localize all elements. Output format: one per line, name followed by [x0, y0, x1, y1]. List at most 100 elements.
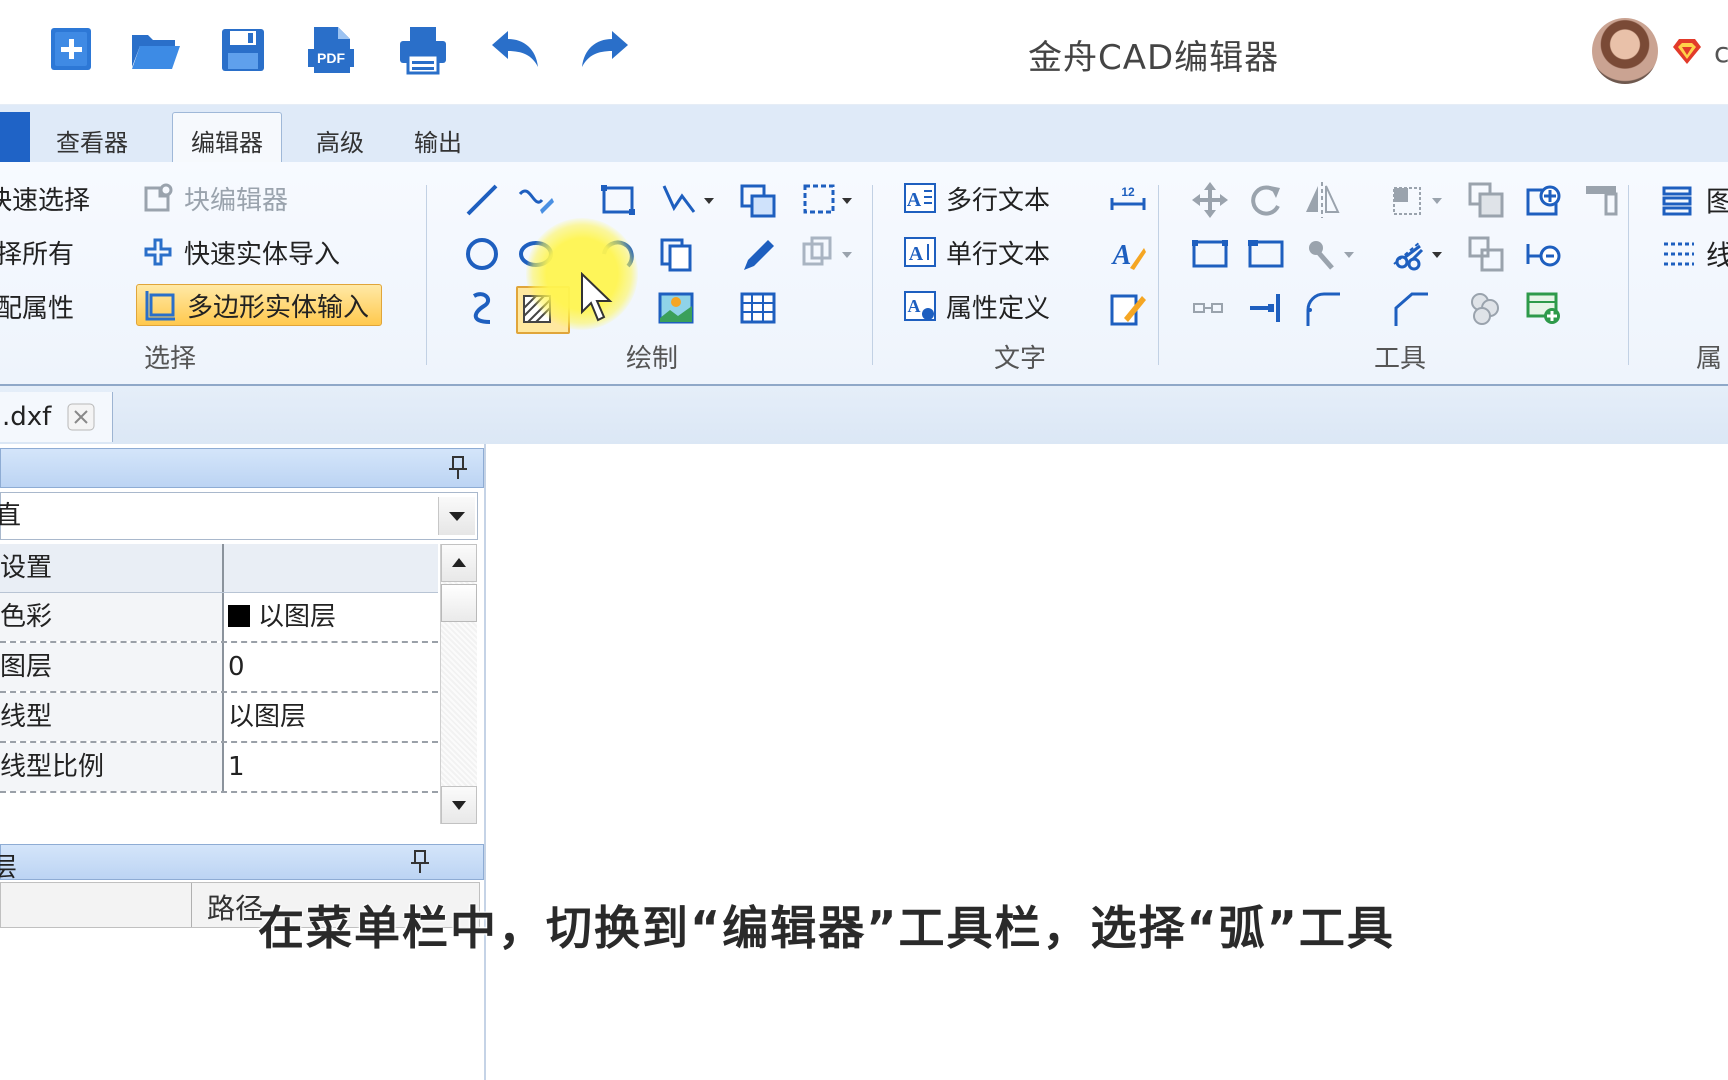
sketch-tool-button[interactable]: [738, 234, 778, 274]
attribute-definition-button[interactable]: A 属性定义: [902, 286, 1050, 326]
group-objects-button[interactable]: [1466, 234, 1506, 274]
scale-tool-button[interactable]: [1390, 180, 1446, 220]
arc-tool-button[interactable]: [598, 234, 638, 274]
property-row[interactable]: 线型比例 1: [0, 743, 438, 793]
circle-tool-button[interactable]: [462, 234, 502, 274]
svg-text:A: A: [909, 243, 924, 265]
pin-icon[interactable]: [447, 455, 469, 481]
hatch-tool-button[interactable]: [516, 286, 570, 334]
join-tool-button[interactable]: [1246, 234, 1286, 274]
group-label-text: 文字: [994, 344, 1047, 374]
print-button[interactable]: [394, 22, 452, 78]
ellipse-tool-button[interactable]: [516, 234, 556, 274]
properties-list-button[interactable]: [1660, 180, 1700, 220]
single-line-text-button[interactable]: A 单行文本: [902, 232, 1050, 272]
bring-to-front-button[interactable]: [1466, 180, 1506, 220]
image-insert-button[interactable]: [656, 288, 696, 328]
svg-text:A: A: [1111, 240, 1132, 271]
lengthen-tool-button[interactable]: [1190, 288, 1230, 328]
hide-entity-button[interactable]: [1466, 288, 1506, 328]
export-pdf-button[interactable]: PDF: [302, 22, 360, 78]
text-style-button[interactable]: A: [1108, 234, 1148, 274]
table-tool-button[interactable]: [738, 288, 778, 328]
document-tab[interactable]: .dxf: [0, 392, 113, 442]
tab-editor[interactable]: 编辑器: [172, 112, 282, 165]
undo-icon: [492, 31, 538, 67]
save-icon: [222, 29, 264, 71]
quick-select-button[interactable]: 快速选择: [0, 178, 90, 218]
dropdown-button[interactable]: [438, 497, 475, 535]
linetype-button[interactable]: [1660, 234, 1700, 274]
scroll-up-button[interactable]: [441, 544, 477, 582]
copy-entity-button[interactable]: [656, 234, 696, 274]
extend-tool-button[interactable]: [1246, 288, 1286, 328]
fillet-tool-button[interactable]: [1302, 288, 1342, 328]
polyline-tool-button[interactable]: [660, 180, 716, 220]
attribute-definition-icon: A: [904, 291, 936, 321]
file-menu-button[interactable]: [0, 112, 30, 162]
array-tool-button[interactable]: [800, 234, 856, 274]
property-row[interactable]: 色彩 以图层: [0, 593, 438, 643]
property-value[interactable]: 以图层: [228, 693, 306, 741]
match-properties-button[interactable]: 配属性: [0, 286, 74, 326]
property-name: 色彩: [0, 593, 224, 641]
new-file-button[interactable]: [44, 22, 102, 78]
quick-entity-import-button[interactable]: 快速实体导入: [140, 232, 340, 272]
pin-icon[interactable]: [409, 849, 431, 875]
add-layer-button[interactable]: [1524, 288, 1564, 328]
line-tool-button[interactable]: [462, 180, 502, 220]
tab-advanced[interactable]: 高级: [298, 124, 382, 162]
send-to-back-button[interactable]: [1582, 180, 1622, 220]
tab-output[interactable]: 输出: [396, 124, 480, 162]
polygon-entity-input-label: 多边形实体输入: [187, 292, 370, 323]
vertical-scrollbar[interactable]: [440, 544, 477, 824]
column-header-path[interactable]: 路径: [207, 887, 263, 927]
undo-button[interactable]: [486, 22, 544, 78]
open-button[interactable]: [126, 22, 184, 78]
property-row[interactable]: 设置: [0, 544, 438, 593]
edit-text-button[interactable]: [1108, 288, 1148, 328]
pen-icon: [744, 240, 774, 270]
spline-tool-button[interactable]: [516, 180, 556, 220]
move-tool-button[interactable]: [1190, 180, 1230, 220]
break-tool-button[interactable]: [1190, 234, 1230, 274]
rotate-tool-button[interactable]: [1246, 180, 1286, 220]
select-all-button[interactable]: 择所有: [0, 232, 74, 272]
bring-front-icon: [1468, 182, 1504, 218]
chamfer-tool-button[interactable]: [1390, 288, 1430, 328]
avatar[interactable]: [1592, 18, 1658, 84]
property-value[interactable]: 1: [228, 743, 245, 791]
helix-tool-button[interactable]: [462, 288, 502, 328]
properties-item-cut-2[interactable]: 线: [1706, 234, 1728, 274]
insert-layer-button[interactable]: [1524, 180, 1564, 220]
layers-stack-icon: [1662, 186, 1692, 216]
region-tool-button[interactable]: [800, 180, 856, 220]
tab-viewer[interactable]: 查看器: [38, 124, 146, 162]
polygon-entity-input-button[interactable]: 多边形实体输入: [136, 284, 383, 326]
property-row[interactable]: 线型 以图层: [0, 693, 438, 743]
redo-button[interactable]: [576, 22, 634, 78]
explode-tool-button[interactable]: [1302, 234, 1358, 274]
column-divider[interactable]: [191, 883, 192, 927]
dimension-tool-button[interactable]: 12: [1108, 180, 1148, 220]
layer-link-button[interactable]: [1524, 234, 1564, 274]
vip-gem-icon[interactable]: [1670, 34, 1704, 68]
block-insert-button[interactable]: [738, 180, 778, 220]
property-row[interactable]: 图层 0: [0, 643, 438, 693]
scroll-down-button[interactable]: [441, 786, 477, 824]
scroll-thumb[interactable]: [441, 584, 477, 622]
close-icon[interactable]: [66, 402, 96, 432]
property-value[interactable]: 0: [228, 643, 245, 691]
username[interactable]: c: [1714, 36, 1728, 69]
match-properties-label: 配属性: [0, 293, 75, 324]
multiline-text-button[interactable]: A 多行文本: [902, 178, 1050, 218]
rectangle-tool-button[interactable]: [598, 180, 638, 220]
drawing-canvas[interactable]: [486, 444, 1728, 1080]
entity-type-select[interactable]: 直: [0, 492, 478, 540]
save-button[interactable]: [214, 22, 272, 78]
property-value[interactable]: 以图层: [228, 593, 336, 641]
properties-item-cut-1[interactable]: 图: [1706, 180, 1728, 220]
trim-tool-button[interactable]: [1390, 234, 1446, 274]
mirror-tool-button[interactable]: [1302, 180, 1342, 220]
block-editor-button[interactable]: 块编辑器: [140, 178, 288, 218]
